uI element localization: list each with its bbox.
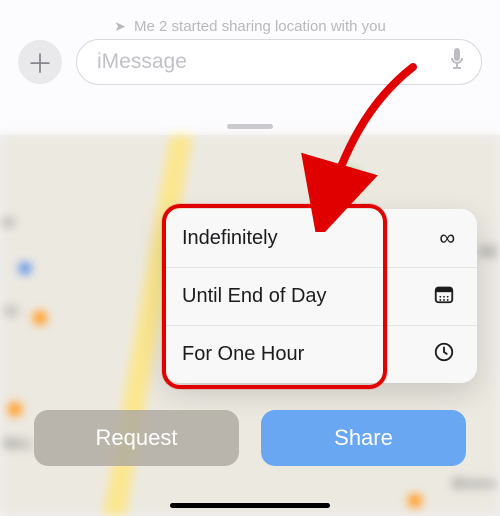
status-text: Me 2 started sharing location with you: [134, 18, 386, 35]
button-label: Request: [96, 425, 178, 451]
drag-handle[interactable]: [227, 124, 273, 129]
menu-item-label: For One Hour: [182, 343, 304, 366]
map-label: McL: [4, 435, 34, 451]
share-duration-menu: Indefinitely ∞ Until End of Day For One …: [164, 209, 477, 383]
menu-item-label: Until End of Day: [182, 285, 327, 308]
map-label: Bistro: [453, 475, 496, 491]
home-indicator: [170, 503, 330, 508]
calendar-icon: [433, 283, 455, 311]
microphone-icon[interactable]: [449, 48, 465, 76]
add-button[interactable]: ＋: [18, 40, 62, 84]
menu-item-one-hour[interactable]: For One Hour: [164, 325, 477, 383]
menu-item-label: Indefinitely: [182, 227, 278, 250]
clock-icon: [433, 341, 455, 369]
request-button[interactable]: Request: [34, 410, 239, 466]
message-input[interactable]: iMessage: [76, 39, 482, 85]
map-label: Vi: [4, 303, 18, 319]
button-label: Share: [334, 425, 393, 451]
compose-bar: ➤ Me 2 started sharing location with you…: [0, 0, 500, 135]
location-arrow-icon: ➤: [114, 18, 126, 35]
action-buttons: Request Share: [34, 410, 466, 466]
plus-icon: ＋: [27, 44, 53, 81]
menu-item-end-of-day[interactable]: Until End of Day: [164, 267, 477, 325]
message-placeholder: iMessage: [97, 50, 187, 74]
map-label: ar: [2, 213, 16, 229]
infinity-icon: ∞: [439, 225, 455, 251]
share-button[interactable]: Share: [261, 410, 466, 466]
menu-item-indefinitely[interactable]: Indefinitely ∞: [164, 209, 477, 267]
status-line: ➤ Me 2 started sharing location with you: [0, 18, 500, 35]
map-label: SE: [478, 243, 498, 259]
